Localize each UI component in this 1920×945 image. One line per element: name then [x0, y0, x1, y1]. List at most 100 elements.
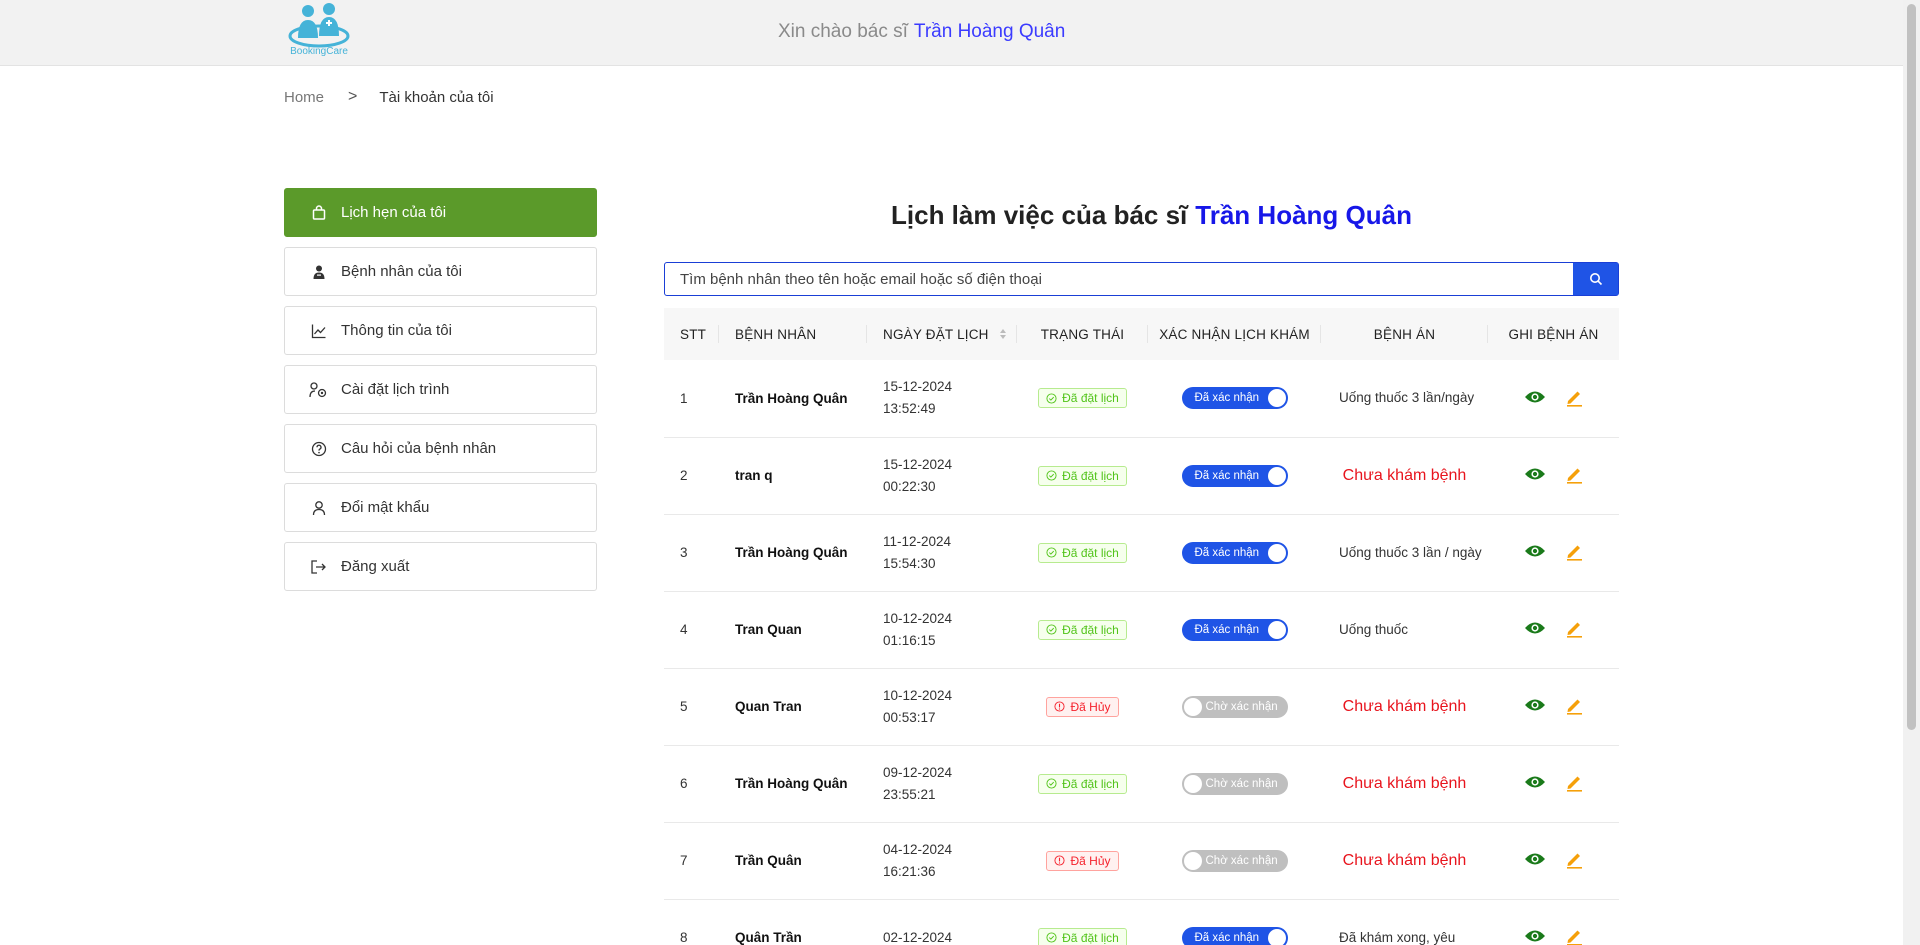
row-confirm: Chờ xác nhận	[1148, 668, 1321, 745]
edit-record-button[interactable]	[1564, 618, 1584, 641]
row-actions	[1488, 437, 1619, 514]
toggle-knob	[1183, 774, 1202, 793]
row-stt: 8	[680, 930, 688, 945]
sidebar-item-patients[interactable]: Bệnh nhân của tôi	[284, 247, 597, 296]
edit-record-button[interactable]	[1564, 387, 1584, 410]
record-not-examined: Chưa khám bệnh	[1342, 851, 1467, 869]
pencil-icon	[1566, 699, 1582, 715]
search-icon	[1589, 273, 1602, 286]
row-patient-name: Tran Quan	[735, 622, 802, 637]
search-button[interactable]	[1573, 263, 1618, 295]
column-header-booking-date[interactable]: NGÀY ĐẶT LỊCH	[867, 308, 1017, 360]
sort-icon[interactable]	[999, 328, 1007, 340]
eye-icon	[1524, 853, 1545, 865]
bag-icon	[309, 203, 329, 223]
confirm-toggle[interactable]: Đã xác nhận	[1181, 618, 1288, 641]
view-record-button[interactable]	[1524, 543, 1546, 562]
record-not-examined: Chưa khám bệnh	[1342, 774, 1467, 792]
sidebar-item-logout[interactable]: Đăng xuất	[284, 542, 597, 591]
record-not-examined: Chưa khám bệnh	[1342, 697, 1467, 715]
row-date: 15-12-2024	[883, 379, 953, 395]
confirm-toggle[interactable]: Đã xác nhận	[1181, 541, 1288, 564]
row-status: Đã đặt lịch	[1017, 899, 1148, 945]
column-header-stt: STT	[664, 308, 719, 360]
row-time: 00:22:30	[883, 478, 936, 494]
row-actions	[1488, 591, 1619, 668]
sidebar-item-info[interactable]: Thông tin của tôi	[284, 306, 597, 355]
view-record-button[interactable]	[1524, 928, 1546, 945]
edit-record-button[interactable]	[1564, 849, 1584, 872]
confirm-toggle[interactable]: Đã xác nhận	[1181, 387, 1288, 410]
row-date: 11-12-2024	[883, 533, 952, 549]
view-record-button[interactable]	[1524, 774, 1546, 793]
sidebar-item-change-password[interactable]: Đổi mật khẩu	[284, 483, 597, 532]
confirm-toggle[interactable]: Chờ xác nhận	[1181, 849, 1288, 872]
eye-icon	[1524, 776, 1545, 788]
breadcrumb-separator: >	[348, 88, 358, 105]
pencil-icon	[1566, 545, 1582, 561]
check-circle-icon	[1046, 470, 1057, 481]
view-record-button[interactable]	[1524, 466, 1546, 485]
search-input[interactable]	[665, 263, 1573, 295]
confirm-toggle-label: Đã xác nhận	[1194, 392, 1260, 405]
view-record-button[interactable]	[1524, 389, 1546, 408]
toggle-knob	[1183, 851, 1202, 870]
status-badge: Đã đặt lịch	[1038, 619, 1127, 640]
edit-record-button[interactable]	[1564, 772, 1584, 795]
breadcrumb-home[interactable]: Home	[284, 89, 324, 106]
row-time: 01:16:15	[883, 632, 936, 648]
view-record-button[interactable]	[1524, 851, 1546, 870]
sidebar-item-schedule-settings[interactable]: Cài đặt lịch trình	[284, 365, 597, 414]
sidebar-item-patient-questions[interactable]: Câu hỏi của bệnh nhân	[284, 424, 597, 473]
sidebar-item-label: Thông tin của tôi	[341, 322, 452, 339]
page-scrollbar[interactable]	[1903, 0, 1920, 945]
row-booking-date: 10-12-2024 01:16:15	[867, 591, 1017, 668]
scrollbar-thumb[interactable]	[1907, 4, 1916, 730]
row-status: Đã đặt lịch	[1017, 745, 1148, 822]
check-circle-icon	[1046, 778, 1057, 789]
top-header: BookingCare Xin chào bác sĩ Trần Hoàng Qu…	[0, 0, 1903, 66]
table-body: 1 Trần Hoàng Quân 15-12-2024 13:52:49 Đã đặt…	[664, 360, 1619, 945]
eye-icon	[1524, 391, 1545, 403]
toggle-knob	[1267, 543, 1286, 562]
row-patient-name: Trần Quân	[735, 853, 802, 868]
row-stt: 3	[680, 545, 688, 560]
confirm-toggle[interactable]: Đã xác nhận	[1181, 464, 1288, 487]
pencil-icon	[1566, 622, 1582, 638]
row-actions	[1488, 514, 1619, 591]
table-row: 1 Trần Hoàng Quân 15-12-2024 13:52:49 Đã đặt…	[664, 360, 1619, 437]
confirm-toggle[interactable]: Chờ xác nhận	[1181, 772, 1288, 795]
view-record-button[interactable]	[1524, 697, 1546, 716]
bookingcare-logo[interactable]: BookingCare	[286, 0, 352, 62]
status-badge: Đã đặt lịch	[1038, 927, 1127, 945]
toggle-knob	[1267, 466, 1286, 485]
column-header-record: BỆNH ÁN	[1321, 308, 1488, 360]
sidebar-item-appointments[interactable]: Lịch hẹn của tôi	[284, 188, 597, 237]
row-booking-date: 15-12-2024 13:52:49	[867, 360, 1017, 437]
row-actions	[1488, 360, 1619, 437]
view-record-button[interactable]	[1524, 620, 1546, 639]
pencil-icon	[1566, 776, 1582, 792]
appointments-table: STT BỆNH NHÂN NGÀY ĐẶT LỊCH TRẠNG THÁI X…	[664, 308, 1619, 945]
eye-icon	[1524, 468, 1545, 480]
patient-search	[664, 262, 1619, 296]
confirm-toggle[interactable]: Đã xác nhận	[1181, 926, 1288, 945]
breadcrumb: Home > Tài khoản của tôi	[284, 88, 494, 106]
column-header-confirm: XÁC NHẬN LỊCH KHÁM	[1148, 308, 1321, 360]
edit-record-button[interactable]	[1564, 926, 1584, 945]
logout-icon	[309, 557, 329, 577]
table-row: 2 tran q 15-12-2024 00:22:30 Đã đặt lịch Đã x…	[664, 437, 1619, 514]
row-confirm: Đã xác nhận	[1148, 360, 1321, 437]
status-badge-label: Đã đặt lịch	[1062, 776, 1119, 791]
edit-record-button[interactable]	[1564, 464, 1584, 487]
toggle-knob	[1183, 697, 1202, 716]
row-date: 09-12-2024	[883, 764, 953, 780]
row-confirm: Chờ xác nhận	[1148, 745, 1321, 822]
sidebar: Lịch hẹn của tôi Bệnh nhân của tôi Thông…	[284, 188, 597, 601]
row-status: Đã Hủy	[1017, 668, 1148, 745]
edit-record-button[interactable]	[1564, 541, 1584, 564]
edit-record-button[interactable]	[1564, 695, 1584, 718]
status-badge: Đã Hủy	[1046, 696, 1119, 717]
row-patient-name: Quan Tran	[735, 699, 802, 714]
confirm-toggle[interactable]: Chờ xác nhận	[1181, 695, 1288, 718]
